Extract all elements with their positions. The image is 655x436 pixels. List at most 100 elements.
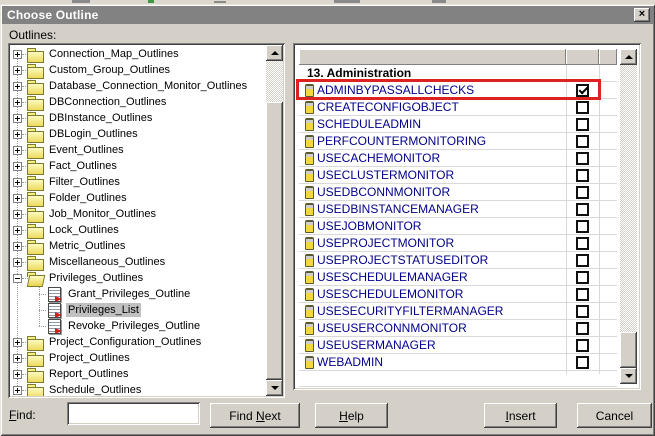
plus-sign (17, 68, 18, 73)
expand-toggle-icon[interactable] (13, 82, 22, 91)
privilege-row[interactable]: USEDBINSTANCEMANAGER (299, 201, 617, 218)
privilege-checkbox[interactable] (576, 152, 589, 165)
close-icon[interactable]: × (634, 8, 650, 22)
grid-scrollbar[interactable] (620, 49, 637, 384)
tree-item[interactable]: Filter_Outlines (10, 174, 266, 190)
tree-item[interactable]: Report_Outlines (10, 366, 266, 382)
privilege-row[interactable]: USEDBCONNMONITOR (299, 184, 617, 201)
privilege-checkbox[interactable] (576, 271, 589, 284)
privilege-checkbox[interactable] (576, 135, 589, 148)
expand-toggle-icon[interactable] (13, 370, 22, 379)
privilege-key-icon (305, 186, 314, 199)
scroll-down-icon[interactable] (620, 368, 637, 384)
tree-item[interactable]: Metric_Outlines (10, 238, 266, 254)
privilege-row[interactable]: USEPROJECTSTATUSEDITOR (299, 252, 617, 269)
expand-toggle-icon[interactable] (13, 210, 22, 219)
tree-scrollbar[interactable] (266, 45, 283, 396)
tree-item[interactable]: Privileges_List (10, 302, 266, 318)
tree-item[interactable]: Job_Monitor_Outlines (10, 206, 266, 222)
tree-item-icon (27, 144, 43, 157)
privilege-checkbox[interactable] (576, 203, 589, 216)
grid-header-name (299, 49, 566, 65)
insert-button[interactable]: Insert (484, 403, 557, 428)
tree-item[interactable]: Privileges_Outlines (10, 270, 266, 286)
expand-toggle-icon[interactable] (13, 130, 22, 139)
tree-item[interactable]: Project_Configuration_Outlines (10, 334, 266, 350)
expand-toggle-icon[interactable] (13, 98, 22, 107)
privilege-row[interactable]: CREATECONFIGOBJECT (299, 99, 617, 116)
privilege-row[interactable]: USESCHEDULEMONITOR (299, 286, 617, 303)
tree-item[interactable]: Database_Connection_Monitor_Outlines (10, 78, 266, 94)
outline-tree: Connection_Map_Outlines Custom_Group_Out… (10, 45, 266, 396)
scroll-up-icon[interactable] (266, 45, 283, 61)
expand-toggle-icon[interactable] (13, 226, 22, 235)
privilege-checkbox[interactable] (576, 322, 589, 335)
tree-item[interactable]: Custom_Group_Outlines (10, 62, 266, 78)
tree-item[interactable]: Project_Outlines (10, 350, 266, 366)
tree-item[interactable]: DBInstance_Outlines (10, 110, 266, 126)
expand-toggle-icon[interactable] (13, 178, 22, 187)
tree-item[interactable]: Revoke_Privileges_Outline (10, 318, 266, 334)
cancel-button[interactable]: Cancel (577, 403, 652, 428)
tree-item-label: Privileges_List (66, 303, 141, 317)
privilege-row[interactable]: ADMINBYPASSALLCHECKS (299, 82, 617, 99)
help-button[interactable]: Help (315, 403, 388, 428)
expand-toggle-icon[interactable] (13, 258, 22, 267)
privilege-row[interactable]: PERFCOUNTERMONITORING (299, 133, 617, 150)
tree-item[interactable]: Miscellaneous_Outlines (10, 254, 266, 270)
privilege-row[interactable]: SCHEDULEADMIN (299, 116, 617, 133)
privilege-row[interactable]: USESECURITYFILTERMANAGER (299, 303, 617, 320)
expand-toggle-icon[interactable] (13, 354, 22, 363)
privilege-row[interactable]: USEJOBMONITOR (299, 218, 617, 235)
privilege-row[interactable]: WEBADMIN (299, 354, 617, 371)
expand-toggle-icon[interactable] (13, 194, 22, 203)
tree-item[interactable]: Fact_Outlines (10, 158, 266, 174)
privilege-checkbox[interactable] (576, 305, 589, 318)
privilege-checkbox[interactable] (576, 237, 589, 250)
find-next-button[interactable]: Find Next (210, 403, 300, 428)
privilege-checkbox[interactable] (576, 339, 589, 352)
expand-toggle-icon[interactable] (13, 162, 22, 171)
privilege-row[interactable]: USEUSERCONNMONITOR (299, 320, 617, 337)
privilege-checkbox[interactable] (576, 118, 589, 131)
tree-item[interactable]: Connection_Map_Outlines (10, 46, 266, 62)
tree-item[interactable]: DBLogin_Outlines (10, 126, 266, 142)
tree-item-icon (46, 320, 62, 333)
tree-item[interactable]: Grant_Privileges_Outline (10, 286, 266, 302)
tree-item[interactable]: Lock_Outlines (10, 222, 266, 238)
privilege-row[interactable]: USECLUSTERMONITOR (299, 167, 617, 184)
expand-toggle-icon[interactable] (13, 274, 22, 283)
tree-scrollbar-thumb[interactable] (266, 102, 283, 380)
expand-toggle-icon[interactable] (13, 50, 22, 59)
privilege-row[interactable]: USECACHEMONITOR (299, 150, 617, 167)
privilege-row[interactable]: USEUSERMANAGER (299, 337, 617, 354)
privilege-name: WEBADMIN (317, 355, 383, 369)
tree-item[interactable]: Schedule_Outlines (10, 382, 266, 396)
privilege-row[interactable]: USESCHEDULEMANAGER (299, 269, 617, 286)
privilege-checkbox[interactable] (576, 356, 589, 369)
tree-item-icon (27, 368, 43, 381)
privilege-checkbox[interactable] (576, 220, 589, 233)
privilege-checkbox[interactable] (576, 84, 589, 97)
privilege-row[interactable]: USEPROJECTMONITOR (299, 235, 617, 252)
privilege-checkbox[interactable] (576, 288, 589, 301)
tree-item[interactable]: Event_Outlines (10, 142, 266, 158)
privilege-key-icon (305, 101, 314, 114)
tree-item[interactable]: Folder_Outlines (10, 190, 266, 206)
expand-toggle-icon[interactable] (13, 242, 22, 251)
privilege-checkbox[interactable] (576, 169, 589, 182)
scroll-down-icon[interactable] (266, 380, 283, 396)
expand-toggle-icon[interactable] (13, 338, 22, 347)
tree-item-label: Revoke_Privileges_Outline (66, 319, 202, 333)
expand-toggle-icon[interactable] (13, 386, 22, 395)
expand-toggle-icon[interactable] (13, 114, 22, 123)
find-input[interactable] (67, 402, 200, 425)
expand-toggle-icon[interactable] (13, 146, 22, 155)
scroll-up-icon[interactable] (620, 49, 637, 65)
privilege-checkbox[interactable] (576, 101, 589, 114)
grid-scrollbar-thumb[interactable] (620, 332, 637, 368)
privilege-checkbox[interactable] (576, 254, 589, 267)
expand-toggle-icon[interactable] (13, 66, 22, 75)
privilege-checkbox[interactable] (576, 186, 589, 199)
tree-item[interactable]: DBConnection_Outlines (10, 94, 266, 110)
